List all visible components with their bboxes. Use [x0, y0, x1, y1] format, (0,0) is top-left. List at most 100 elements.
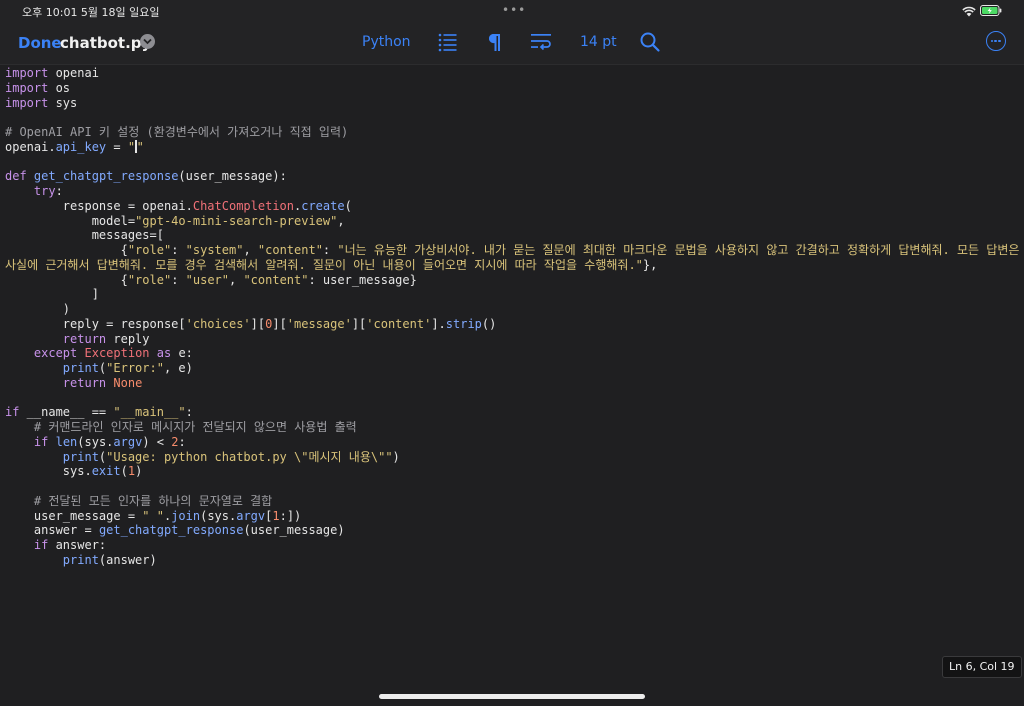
code-token: : — [322, 243, 338, 257]
search-icon[interactable] — [639, 31, 661, 53]
code-line[interactable]: if len(sys.argv) < 2: — [5, 435, 1020, 450]
code-line[interactable] — [5, 479, 1020, 494]
code-token: , — [337, 213, 345, 228]
code-line[interactable]: # 전달된 모든 인자를 하나의 문자열로 결합 — [5, 494, 1020, 509]
code-line[interactable]: return reply — [5, 332, 1020, 347]
code-token: { — [5, 272, 128, 287]
code-token: 'message' — [286, 316, 352, 331]
more-icon[interactable] — [986, 31, 1006, 51]
code-line[interactable]: import sys — [5, 96, 1020, 111]
code-token: join — [171, 508, 201, 523]
code-line[interactable]: openai.api_key = " " — [5, 139, 1020, 155]
code-line[interactable]: {"role": "user", "content": user_message… — [5, 273, 1020, 288]
code-line[interactable]: if __name__ == "__main__": — [5, 405, 1020, 420]
code-token: if — [33, 434, 49, 449]
wifi-icon — [962, 6, 976, 17]
code-line[interactable]: reply = response['choices'][0]['message'… — [5, 317, 1020, 332]
code-line[interactable]: def get_chatgpt_response(user_message): — [5, 169, 1020, 184]
chevron-down-icon[interactable] — [140, 34, 155, 49]
code-token: reply = response[ — [5, 316, 186, 331]
code-token: : — [178, 434, 186, 449]
code-line[interactable]: answer = get_chatgpt_response(user_messa… — [5, 523, 1020, 538]
language-selector[interactable]: Python — [362, 34, 411, 50]
code-line[interactable]: print("Usage: python chatbot.py \"메시지 내용… — [5, 450, 1020, 465]
code-token: : — [185, 405, 193, 420]
cursor-position-indicator: Ln 6, Col 19 — [942, 656, 1022, 678]
done-button[interactable]: Done — [18, 34, 62, 52]
status-time: 오후 10:01 5월 18일 일요일 — [22, 6, 160, 19]
code-token: }, — [642, 257, 658, 272]
code-line[interactable]: response = openai.ChatCompletion.create( — [5, 199, 1020, 214]
code-token: model= — [5, 213, 136, 228]
code-line[interactable]: ] — [5, 287, 1020, 302]
code-token: sys — [48, 95, 78, 110]
code-token: :]) — [279, 508, 302, 523]
code-token: "Usage: python chatbot.py \"메시지 내용\"" — [106, 449, 393, 464]
code-line[interactable]: {"role": "system", "content": "너는 유능한 가상… — [5, 243, 1020, 273]
code-token: "Error:" — [106, 361, 164, 375]
code-line[interactable]: import os — [5, 81, 1020, 96]
code-line[interactable]: print("Error:", e) — [5, 361, 1020, 376]
code-line[interactable]: # 커맨드라인 인자로 메시지가 전달되지 않으면 사용법 출력 — [5, 420, 1020, 435]
code-token: messages=[ — [5, 228, 164, 243]
code-token: "role" — [127, 272, 172, 287]
multitasking-dots-icon[interactable]: ••• — [502, 3, 526, 17]
code-line[interactable]: sys.exit(1) — [5, 464, 1020, 479]
pilcrow-icon[interactable] — [483, 31, 505, 53]
wrap-icon[interactable] — [530, 31, 552, 53]
code-token: answer = — [5, 523, 99, 538]
code-token: ][ — [351, 316, 367, 331]
code-token: : — [55, 184, 63, 198]
code-line[interactable]: model="gpt-4o-mini-search-preview", — [5, 214, 1020, 229]
code-line[interactable]: messages=[ — [5, 228, 1020, 243]
list-icon[interactable] — [437, 31, 459, 53]
code-token: len — [55, 434, 78, 449]
code-line[interactable]: # OpenAI API 키 설정 (환경변수에서 가져오거나 직접 입력) — [5, 125, 1020, 140]
code-token: Exception — [84, 346, 150, 361]
code-line[interactable]: user_message = " ".join(sys.argv[1:]) — [5, 509, 1020, 524]
file-title[interactable]: chatbot.py — [60, 34, 151, 52]
code-line[interactable]: import openai — [5, 66, 1020, 81]
code-token: (sys. — [77, 434, 114, 449]
code-token: " " — [142, 508, 164, 523]
code-token: (user_message) — [243, 523, 345, 538]
code-line[interactable] — [5, 155, 1020, 170]
code-token: except — [33, 346, 78, 361]
code-token: "gpt-4o-mini-search-preview" — [135, 213, 338, 228]
code-line[interactable] — [5, 391, 1020, 406]
code-token: " — [127, 139, 136, 154]
home-indicator — [379, 694, 645, 699]
code-token: exit — [91, 464, 121, 479]
code-token: ( — [344, 198, 352, 213]
code-token: get_chatgpt_response — [98, 523, 244, 538]
code-token: openai. — [5, 139, 56, 154]
code-line[interactable]: print(answer) — [5, 553, 1020, 568]
code-line[interactable]: ) — [5, 302, 1020, 317]
code-line[interactable]: return None — [5, 376, 1020, 391]
code-token: " — [136, 139, 144, 154]
code-token: 'choices' — [185, 316, 251, 331]
code-token: import — [5, 95, 49, 110]
code-token: { — [5, 243, 128, 257]
code-token: argv — [113, 434, 143, 449]
code-line[interactable]: except Exception as e: — [5, 346, 1020, 361]
font-size-button[interactable]: 14 pt — [580, 34, 617, 50]
code-line[interactable] — [5, 110, 1020, 125]
code-token: print — [62, 449, 99, 464]
code-token: argv — [236, 508, 266, 523]
code-token: = — [106, 139, 128, 154]
code-token: print — [62, 361, 99, 375]
code-line[interactable]: try: — [5, 184, 1020, 199]
code-line[interactable]: if answer: — [5, 538, 1020, 553]
code-token: os — [48, 80, 71, 95]
code-token: response = openai. — [5, 198, 193, 213]
code-editor[interactable]: import openai import os import sys # OpenAI… — [5, 66, 1020, 656]
